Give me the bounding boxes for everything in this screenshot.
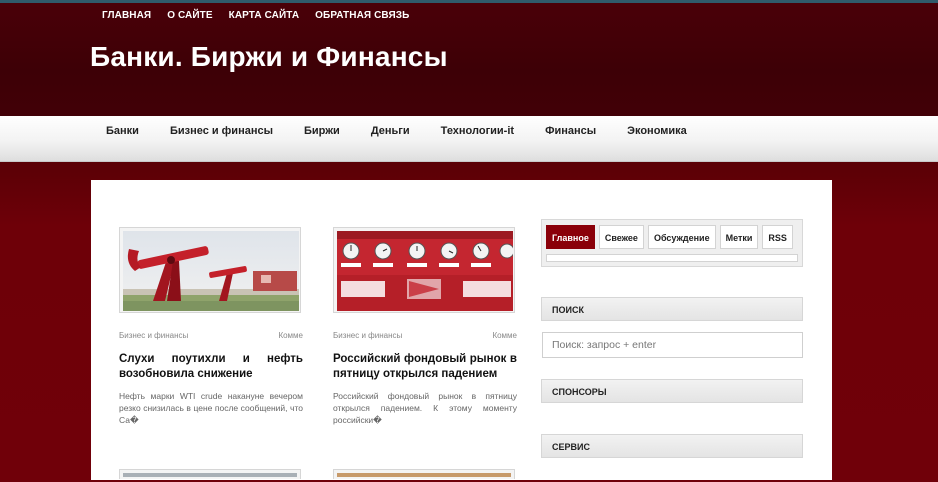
post-title[interactable]: Слухи поутихли и нефть возобновила сниже… [119, 352, 303, 382]
post-comments-link[interactable]: Комме [278, 331, 303, 340]
tab-discussion[interactable]: Обсуждение [647, 225, 716, 249]
tabs-panel [546, 254, 798, 262]
post-excerpt: Нефть марки WTI crude накануне вечером р… [119, 391, 303, 425]
category-exchanges[interactable]: Биржи [304, 125, 340, 137]
category-tech-it[interactable]: Технологии-it [441, 125, 514, 137]
service-widget-title: СЕРВИС [541, 434, 803, 458]
post-comments-link[interactable]: Комме [492, 331, 517, 340]
post-thumb-partial[interactable] [333, 469, 515, 479]
tab-tags[interactable]: Метки [719, 225, 759, 249]
post-title[interactable]: Российский фондовый рынок в пятницу откр… [333, 352, 517, 382]
category-money[interactable]: Деньги [371, 125, 410, 137]
post-meta: Бизнес и финансы Комме [333, 331, 517, 340]
post-category-link[interactable]: Бизнес и финансы [119, 331, 188, 340]
oil-pump-image [123, 231, 299, 311]
site-title[interactable]: Банки. Биржи и Финансы [90, 41, 448, 73]
stock-exchange-clocks-photo[interactable] [333, 227, 515, 313]
site-header: ГЛАВНАЯ О САЙТЕ КАРТА САЙТА ОБРАТНАЯ СВЯ… [0, 3, 938, 116]
category-finance[interactable]: Финансы [545, 125, 596, 137]
top-nav-home[interactable]: ГЛАВНАЯ [102, 10, 151, 21]
category-banks[interactable]: Банки [106, 125, 139, 137]
oil-pump-photo[interactable] [119, 227, 301, 313]
sponsors-widget-title: СПОНСОРЫ [541, 379, 803, 403]
search-input[interactable] [542, 332, 803, 358]
sidebar-tabs-widget: Главное Свежее Обсуждение Метки RSS [541, 219, 803, 267]
thumb-image-partial [123, 473, 297, 477]
top-nav-sitemap[interactable]: КАРТА САЙТА [229, 10, 300, 21]
stock-exchange-image [337, 231, 514, 311]
category-nav: Банки Бизнес и финансы Биржи Деньги Техн… [106, 125, 718, 137]
post-excerpt: Российский фондовый рынок в пятницу откр… [333, 391, 517, 425]
post-thumb-partial[interactable] [119, 469, 301, 479]
category-business-finance[interactable]: Бизнес и финансы [170, 125, 273, 137]
sidebar-tabs: Главное Свежее Обсуждение Метки RSS [546, 225, 793, 249]
top-nav: ГЛАВНАЯ О САЙТЕ КАРТА САЙТА ОБРАТНАЯ СВЯ… [102, 10, 409, 21]
post-card: Бизнес и финансы Комме Российский фондов… [333, 227, 517, 426]
tab-rss[interactable]: RSS [762, 225, 793, 249]
thumb-image-partial [337, 473, 511, 477]
top-nav-about[interactable]: О САЙТЕ [167, 10, 212, 21]
post-card: Бизнес и финансы Комме Слухи поутихли и … [119, 227, 303, 426]
post-category-link[interactable]: Бизнес и финансы [333, 331, 402, 340]
top-nav-feedback[interactable]: ОБРАТНАЯ СВЯЗЬ [315, 10, 409, 21]
search-widget-title: ПОИСК [541, 297, 803, 321]
tab-fresh[interactable]: Свежее [598, 225, 644, 249]
post-meta: Бизнес и финансы Комме [119, 331, 303, 340]
category-bar: Банки Бизнес и финансы Биржи Деньги Техн… [0, 116, 938, 162]
category-economy[interactable]: Экономика [627, 125, 687, 137]
tab-main[interactable]: Главное [546, 225, 595, 249]
